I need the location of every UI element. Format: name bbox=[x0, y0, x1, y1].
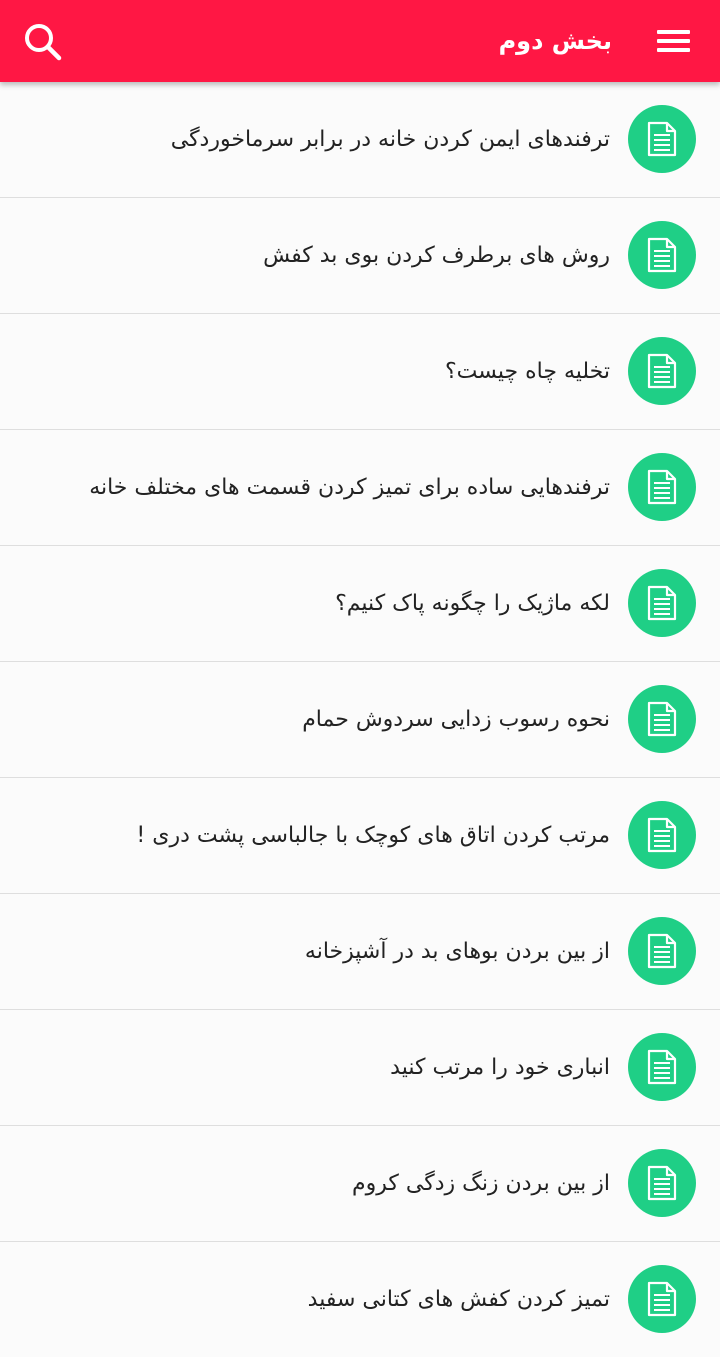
list-item[interactable]: نحوه رسوب زدایی سردوش حمام bbox=[0, 662, 720, 778]
app-screen: بخش دوم ترفندهای ایمن کردن خانه در برابر… bbox=[0, 0, 720, 1357]
list-item-title: مرتب کردن اتاق های کوچک با جالباسی پشت د… bbox=[136, 823, 610, 848]
list-item-title: از بین بردن بوهای بد در آشپزخانه bbox=[304, 939, 610, 964]
document-icon bbox=[628, 1265, 696, 1333]
menu-bar-line bbox=[656, 48, 690, 52]
app-bar: بخش دوم bbox=[0, 0, 720, 82]
list-item[interactable]: روش های برطرف کردن بوی بد کفش bbox=[0, 198, 720, 314]
list-item-title: روش های برطرف کردن بوی بد کفش bbox=[263, 243, 610, 268]
document-icon bbox=[628, 917, 696, 985]
list-item-title: نحوه رسوب زدایی سردوش حمام bbox=[302, 707, 610, 732]
hamburger-menu-icon[interactable] bbox=[652, 22, 694, 60]
list-item[interactable]: مرتب کردن اتاق های کوچک با جالباسی پشت د… bbox=[0, 778, 720, 894]
list-item[interactable]: ترفندهایی ساده برای تمیز کردن قسمت های م… bbox=[0, 430, 720, 546]
document-icon bbox=[628, 337, 696, 405]
list-item[interactable]: از بین بردن بوهای بد در آشپزخانه bbox=[0, 894, 720, 1010]
article-list: ترفندهای ایمن کردن خانه در برابر سرماخور… bbox=[0, 82, 720, 1357]
document-icon bbox=[628, 105, 696, 173]
document-icon bbox=[628, 685, 696, 753]
page-title: بخش دوم bbox=[498, 27, 612, 55]
document-icon bbox=[628, 1033, 696, 1101]
list-item-title: ترفندهای ایمن کردن خانه در برابر سرماخور… bbox=[170, 127, 610, 152]
list-item[interactable]: انباری خود را مرتب کنید bbox=[0, 1010, 720, 1126]
list-item-title: از بین بردن زنگ زدگی کروم bbox=[352, 1171, 610, 1196]
list-item-title: تخلیه چاه چیست؟ bbox=[445, 359, 610, 384]
document-icon bbox=[628, 1149, 696, 1217]
list-item[interactable]: لکه ماژیک را چگونه پاک کنیم؟ bbox=[0, 546, 720, 662]
menu-bar-line bbox=[656, 39, 690, 43]
document-icon bbox=[628, 569, 696, 637]
document-icon bbox=[628, 221, 696, 289]
list-item-title: ترفندهایی ساده برای تمیز کردن قسمت های م… bbox=[89, 475, 610, 500]
menu-bar-line bbox=[656, 30, 690, 34]
document-icon bbox=[628, 801, 696, 869]
list-item-title: تمیز کردن کفش های کتانی سفید bbox=[307, 1287, 610, 1312]
list-item[interactable]: از بین بردن زنگ زدگی کروم bbox=[0, 1126, 720, 1242]
document-icon bbox=[628, 453, 696, 521]
list-item[interactable]: ترفندهای ایمن کردن خانه در برابر سرماخور… bbox=[0, 82, 720, 198]
search-icon[interactable] bbox=[20, 19, 66, 65]
list-item-title: لکه ماژیک را چگونه پاک کنیم؟ bbox=[335, 591, 610, 616]
list-item[interactable]: تمیز کردن کفش های کتانی سفید bbox=[0, 1242, 720, 1357]
list-item-title: انباری خود را مرتب کنید bbox=[390, 1055, 610, 1080]
list-item[interactable]: تخلیه چاه چیست؟ bbox=[0, 314, 720, 430]
